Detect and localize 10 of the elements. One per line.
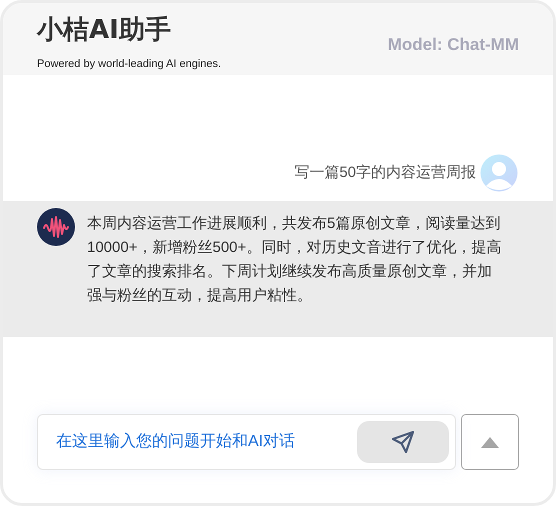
- triangle-up-icon: [481, 436, 499, 448]
- assistant-message: 本周内容运营工作进展顺利，共发布5篇原创文章，阅读量达到10000+，新增粉丝500+。同时，对历史文音进行了优化，提高了文章的搜索排名。下周计划继续发布高质量原创文章，并加强与粉丝的互动，提高用户粘性。: [87, 214, 502, 306]
- user-message: 写一篇50字的内容运营周报: [294, 163, 476, 183]
- model-label: Model: Chat-MM: [388, 34, 519, 56]
- app-title: 小桔AI助手: [37, 14, 172, 47]
- user-avatar-icon: [480, 154, 518, 192]
- send-button[interactable]: [357, 421, 449, 463]
- send-icon: [391, 430, 415, 454]
- bot-avatar-icon: [37, 208, 75, 246]
- app-subtitle: Powered by world-leading AI engines.: [37, 57, 222, 71]
